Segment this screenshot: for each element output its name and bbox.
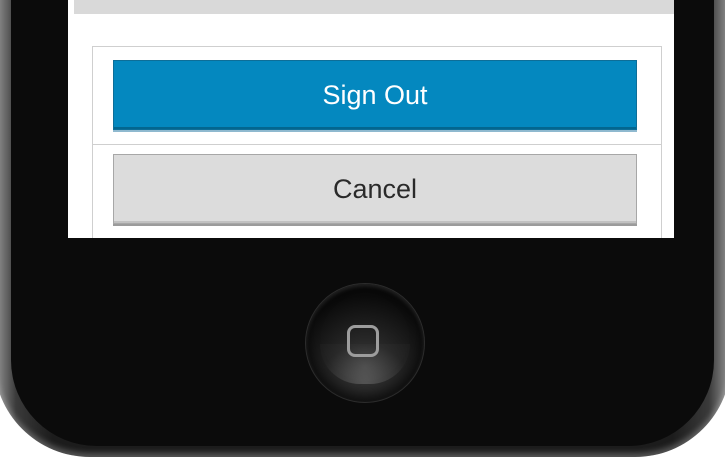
screen-top-bar	[74, 0, 674, 14]
cancel-button[interactable]: Cancel	[113, 154, 637, 224]
phone-stage: Sign Out Cancel	[0, 0, 725, 458]
phone-screen: Sign Out Cancel	[68, 0, 674, 238]
action-sheet-divider	[93, 144, 661, 145]
home-square-icon	[347, 325, 379, 357]
home-button[interactable]	[305, 283, 425, 403]
sign-out-button[interactable]: Sign Out	[113, 60, 637, 130]
action-sheet: Sign Out Cancel	[92, 46, 662, 238]
